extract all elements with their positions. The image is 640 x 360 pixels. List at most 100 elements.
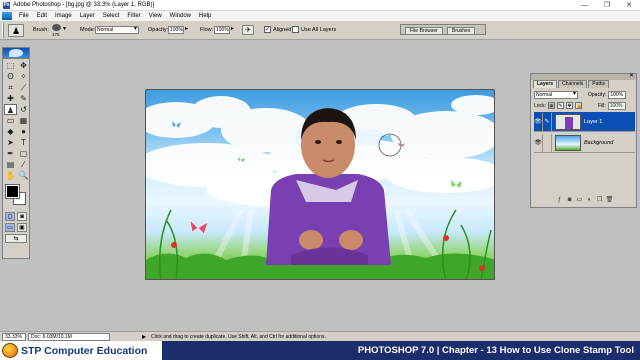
brush-picker-chevron-icon[interactable]: ▾ <box>63 25 66 32</box>
restore-button[interactable]: ❐ <box>596 0 618 11</box>
layer-row-layer-1[interactable]: 👁 ✎ Layer 1 <box>534 112 635 132</box>
menu-filter[interactable]: Filter <box>123 13 144 19</box>
flow-input[interactable]: 100% <box>214 26 230 34</box>
menu-window[interactable]: Window <box>166 13 195 19</box>
lock-position-icon[interactable]: ✥ <box>565 102 573 109</box>
use-all-layers-checkbox[interactable] <box>292 26 299 33</box>
lock-label: Lock: <box>534 102 546 109</box>
color-swatches <box>3 183 29 211</box>
brush-tip-preview-icon[interactable] <box>52 24 61 31</box>
doc-size-info[interactable]: Doc: 6.03M/10.1M <box>28 332 110 341</box>
tab-paths[interactable]: Paths <box>588 80 610 88</box>
crop-tool-icon[interactable]: ⌗ <box>4 82 17 93</box>
full-screen-mode-button[interactable]: ▣ <box>17 223 27 232</box>
lock-row: Lock: ▦ ✎ ✥ 🔒 Fill: 100% <box>534 101 626 110</box>
menu-layer[interactable]: Layer <box>76 13 99 19</box>
marquee-tool-icon[interactable]: ⬚ <box>4 60 17 71</box>
aligned-checkbox[interactable]: ✓ <box>264 26 271 33</box>
brush-tool-icon[interactable]: ✎ <box>17 93 30 104</box>
eraser-tool-icon[interactable]: ▭ <box>4 115 17 126</box>
menu-view[interactable]: View <box>145 13 166 19</box>
layers-palette: ✕ Layers Channels Paths Normal Opacity: … <box>530 73 637 208</box>
new-layer-icon[interactable]: ❐ <box>596 196 604 204</box>
zoom-field[interactable]: 33.33% <box>2 332 26 341</box>
zoom-tool-icon[interactable]: 🔍 <box>17 170 30 181</box>
gradient-tool-icon[interactable]: ▦ <box>17 115 30 126</box>
flow-slider-arrow-icon[interactable]: ▸ <box>231 25 234 32</box>
trash-icon[interactable]: 🗑 <box>606 196 614 204</box>
magic-wand-tool-icon[interactable]: ✧ <box>17 71 30 82</box>
fill-label: Fill: <box>597 102 606 109</box>
lock-all-icon[interactable]: 🔒 <box>574 102 582 109</box>
move-tool-icon[interactable]: ✥ <box>17 60 30 71</box>
healing-brush-tool-icon[interactable]: ✚ <box>4 93 17 104</box>
new-set-icon[interactable]: ▭ <box>576 196 584 204</box>
brush-size-value: 175 <box>52 32 60 37</box>
mode-select[interactable]: Normal <box>95 26 139 34</box>
menu-file[interactable]: File <box>15 13 33 19</box>
menu-help[interactable]: Help <box>195 13 215 19</box>
lasso-tool-icon[interactable]: ʘ <box>4 71 17 82</box>
layer-opacity-label: Opacity: <box>588 91 607 98</box>
caption-lesson-area: PHOTOSHOP 7.0 | Chapter - 13 How to Use … <box>162 341 640 360</box>
lock-pixels-icon[interactable]: ✎ <box>556 102 564 109</box>
title-bar: Ps Adobe Photoshop - [bg.jpg @ 33.3% (La… <box>0 0 640 11</box>
blur-tool-icon[interactable]: ◆ <box>4 126 17 137</box>
mask-icon[interactable]: ◙ <box>566 196 574 204</box>
layer-name: Background <box>584 139 614 146</box>
layer-style-icon[interactable]: ƒ <box>556 196 564 204</box>
status-arrow-icon[interactable]: ▸ <box>142 332 146 341</box>
layer-name: Layer 1 <box>584 118 603 125</box>
shape-tool-icon[interactable]: ▢ <box>17 148 30 159</box>
palette-close-icon[interactable]: ✕ <box>629 73 634 80</box>
layer-opacity-input[interactable]: 100% <box>608 90 627 99</box>
eye-icon[interactable]: 👁 <box>534 133 543 152</box>
layers-palette-tabs: Layers Channels Paths <box>533 80 610 88</box>
menu-image[interactable]: Image <box>51 13 76 19</box>
opacity-slider-arrow-icon[interactable]: ▸ <box>185 25 188 32</box>
opacity-input[interactable]: 100% <box>168 26 184 34</box>
pen-tool-icon[interactable]: ✒ <box>4 148 17 159</box>
palette-well: File Browser Brushes <box>400 24 486 35</box>
jump-to-imageready-button[interactable]: ⇆ <box>5 234 27 243</box>
clone-stamp-tool-icon[interactable]: ♟ <box>4 104 17 115</box>
file-browser-tab[interactable]: File Browser <box>405 27 443 35</box>
path-selection-tool-icon[interactable]: ➤ <box>4 137 17 148</box>
fill-input[interactable]: 100% <box>607 101 626 110</box>
notes-tool-icon[interactable]: ▤ <box>4 159 17 170</box>
options-bar-grip[interactable] <box>2 23 4 38</box>
caption-brand-area: STP Computer Education <box>0 341 162 360</box>
photoshop-app-icon: Ps <box>3 1 10 9</box>
document-canvas[interactable] <box>145 89 495 280</box>
airbrush-toggle-icon[interactable]: ✈ <box>242 25 254 35</box>
eye-icon[interactable]: 👁 <box>534 112 543 131</box>
jump-row: ⇆ <box>3 233 29 244</box>
dodge-tool-icon[interactable]: ● <box>17 126 30 137</box>
hand-tool-icon[interactable]: ✋ <box>4 170 17 181</box>
tab-layers[interactable]: Layers <box>533 80 558 88</box>
history-brush-tool-icon[interactable]: ↺ <box>17 104 30 115</box>
mode-label: Mode: <box>80 27 96 33</box>
blend-row: Normal Opacity: 100% <box>534 90 627 99</box>
eyedropper-tool-icon[interactable]: ⁄ <box>17 159 30 170</box>
caption-brand: STP Computer Education <box>21 344 148 357</box>
close-button[interactable]: ✕ <box>618 0 640 11</box>
menu-edit[interactable]: Edit <box>33 13 51 19</box>
brushes-tab[interactable]: Brushes <box>447 27 476 35</box>
lock-transparency-icon[interactable]: ▦ <box>547 102 555 109</box>
photoshop-menu-icon[interactable] <box>2 12 12 20</box>
type-tool-icon[interactable]: T <box>17 137 30 148</box>
toolbox-header[interactable] <box>3 48 29 59</box>
standard-screen-mode-button[interactable]: ▭ <box>5 223 15 232</box>
clone-stamp-preset-icon[interactable]: ♟ <box>8 24 24 37</box>
slice-tool-icon[interactable]: ⟋ <box>17 82 30 93</box>
standard-mode-button[interactable]: ◻ <box>5 212 15 221</box>
menu-select[interactable]: Select <box>99 13 124 19</box>
tab-channels[interactable]: Channels <box>558 80 588 88</box>
blend-mode-select[interactable]: Normal <box>534 90 578 99</box>
minimize-button[interactable]: — <box>574 0 596 11</box>
adjustment-layer-icon[interactable]: ◐ <box>586 196 594 204</box>
foreground-color-swatch[interactable] <box>5 184 20 199</box>
quick-mask-button[interactable]: ◙ <box>17 212 27 221</box>
layer-row-background[interactable]: 👁 Background <box>534 133 635 153</box>
